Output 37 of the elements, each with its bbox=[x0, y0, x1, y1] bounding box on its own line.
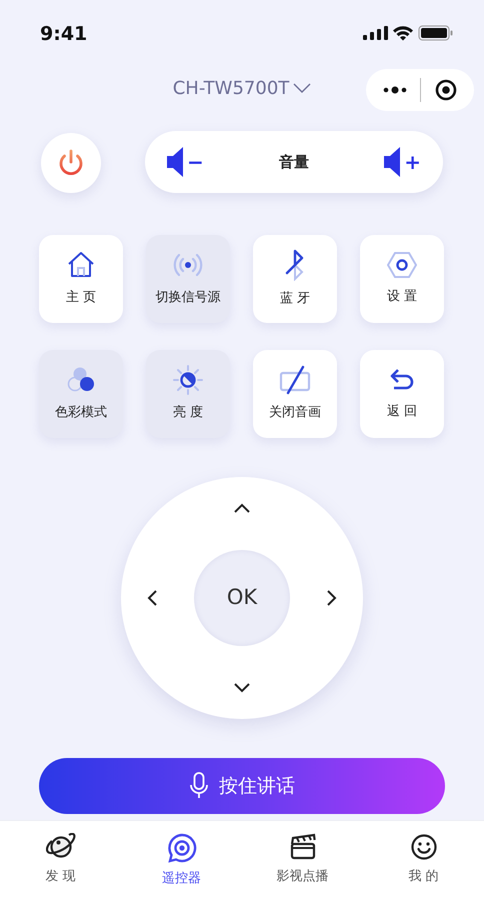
wifi-icon bbox=[392, 25, 414, 41]
target-pin-icon bbox=[166, 833, 196, 863]
screen-off-icon bbox=[279, 365, 311, 396]
remote-key[interactable]: 主 页 bbox=[39, 235, 123, 323]
tab-bar-item[interactable]: 发 现 bbox=[0, 821, 121, 902]
microphone-icon bbox=[189, 772, 209, 800]
more-icon[interactable] bbox=[382, 86, 407, 94]
tab-bar-item[interactable]: 我 的 bbox=[363, 821, 484, 902]
remote-key[interactable]: 亮 度 bbox=[146, 350, 230, 438]
remote-key[interactable]: 关闭音画 bbox=[253, 350, 337, 438]
status-time: 9:41 bbox=[40, 22, 88, 47]
chevron-down-icon bbox=[293, 83, 312, 93]
remote-key[interactable]: 切换信号源 bbox=[146, 235, 230, 323]
brightness-icon bbox=[173, 365, 203, 396]
ok-button[interactable]: OK bbox=[194, 550, 290, 646]
settings-icon bbox=[387, 251, 417, 280]
push-to-talk-button[interactable]: 按住讲话 bbox=[39, 758, 445, 814]
chevron-left-icon bbox=[147, 590, 157, 606]
tab-bar-item[interactable]: 影视点播 bbox=[242, 821, 363, 902]
volume-label: 音量 bbox=[279, 152, 309, 173]
tab-bar-item[interactable]: 遥控器 bbox=[121, 821, 242, 902]
smiley-icon bbox=[410, 833, 438, 861]
remote-key[interactable]: 设 置 bbox=[360, 235, 444, 323]
volume-up-button[interactable]: + bbox=[384, 147, 421, 177]
chevron-right-icon bbox=[327, 590, 337, 606]
bluetooth-icon bbox=[284, 249, 306, 282]
device-selector[interactable]: CH-TW5700T bbox=[172, 68, 312, 108]
close-target-icon[interactable] bbox=[435, 79, 458, 101]
signal-icon bbox=[363, 26, 388, 40]
volume-down-button[interactable]: − bbox=[167, 147, 204, 177]
remote-key[interactable]: 返 回 bbox=[360, 350, 444, 438]
chevron-up-icon bbox=[234, 502, 250, 512]
clapperboard-icon bbox=[288, 833, 316, 861]
remote-key[interactable]: 蓝 牙 bbox=[253, 235, 337, 323]
remote-key[interactable]: 色彩模式 bbox=[39, 350, 123, 438]
chevron-down-icon bbox=[234, 682, 250, 692]
battery-icon bbox=[418, 25, 454, 41]
